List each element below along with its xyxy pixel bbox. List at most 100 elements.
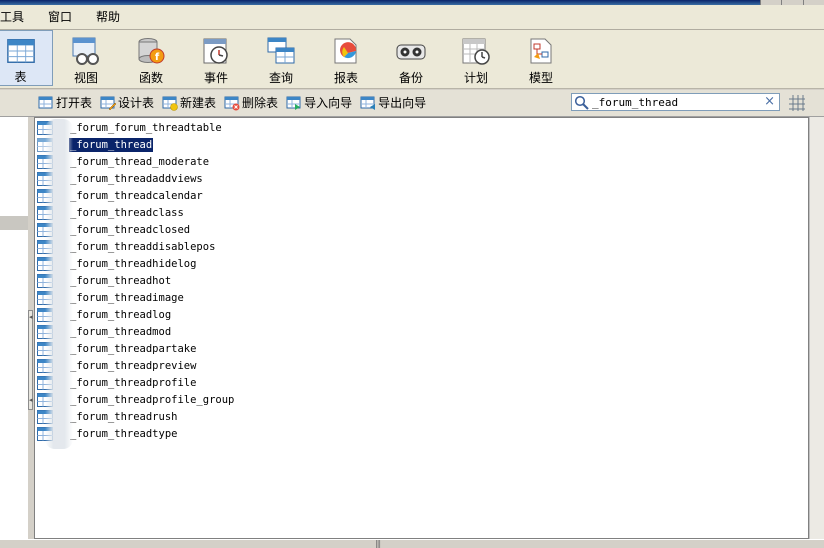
- table-name: _forum_threadclass: [70, 206, 184, 219]
- table-name: _forum_threadmod: [70, 325, 172, 338]
- table-icon: [37, 426, 53, 441]
- table-icon: [37, 154, 53, 169]
- toolbar-button-label: 备份: [398, 71, 423, 85]
- table-row[interactable]: _forum_threadaddviews: [35, 170, 235, 187]
- table-name: _forum_threadtype: [70, 427, 178, 440]
- toolbar-button-label: 表: [14, 70, 27, 84]
- toolbar-report-button[interactable]: 报表: [314, 30, 378, 86]
- table-icon: [37, 290, 53, 305]
- open-table-button[interactable]: 打开表: [38, 94, 92, 111]
- search-box[interactable]: ×: [571, 93, 780, 111]
- table-name: _forum_threadlog: [70, 308, 172, 321]
- table-row[interactable]: _forum_threadclass: [35, 204, 235, 221]
- table-row[interactable]: _forum_threadhot: [35, 272, 235, 289]
- toolbar-function-button[interactable]: f 函数: [119, 30, 183, 86]
- toolbar-button-label: 计划: [463, 71, 488, 85]
- table-list-pane[interactable]: _forum_forum_threadtable _forum_thread _fo…: [34, 117, 809, 539]
- table-row[interactable]: _forum_threaddisablepos: [35, 238, 235, 255]
- table-row[interactable]: _forum_threadpreview: [35, 357, 235, 374]
- toolbar-button-label: 报表: [333, 71, 358, 85]
- table-icon: [37, 324, 53, 339]
- table-name: _forum_threadprofile: [70, 376, 197, 389]
- table-name: _forum_thread: [67, 136, 155, 153]
- table-icon: [37, 239, 53, 254]
- table-icon: [37, 222, 53, 237]
- table-icon: [37, 205, 53, 220]
- table-row[interactable]: _forum_threadprofile: [35, 374, 235, 391]
- grid-view-icon[interactable]: [788, 94, 806, 112]
- table-row[interactable]: _forum_threadclosed: [35, 221, 235, 238]
- design-table-button[interactable]: 设计表: [100, 94, 154, 111]
- table-icon: [37, 341, 53, 356]
- toolbar-button-label: 查询: [268, 71, 293, 85]
- action-label: 删除表: [242, 96, 279, 110]
- report-icon: [334, 38, 357, 64]
- delete-table-icon: [224, 96, 240, 110]
- import-wizard-button[interactable]: 导入向导: [286, 94, 352, 111]
- toolbar-button-label: 模型: [528, 71, 553, 85]
- table-row[interactable]: _forum_threadtype: [35, 425, 235, 442]
- table-actions: 打开表 设计表 新建表 删除表 导入向导 导出向导: [38, 94, 434, 111]
- table-icon: [37, 392, 53, 407]
- model-icon: [530, 38, 552, 64]
- toolbar-query-button[interactable]: 查询: [249, 30, 313, 86]
- table-name: _forum_threadpreview: [70, 359, 197, 372]
- export-wizard-button[interactable]: 导出向导: [360, 94, 426, 111]
- search-input[interactable]: [592, 94, 762, 110]
- collapse-arrow-icon-2[interactable]: ◂: [29, 396, 33, 404]
- action-label: 导入向导: [304, 96, 353, 110]
- action-label: 新建表: [180, 96, 217, 110]
- table-name: _forum_forum_threadtable: [70, 121, 222, 134]
- table-row[interactable]: _forum_threadhidelog: [35, 255, 235, 272]
- export-wizard-icon: [360, 96, 376, 110]
- table-row[interactable]: _forum_thread: [35, 136, 235, 153]
- toolbar-table-button[interactable]: 表: [0, 30, 53, 86]
- table-row[interactable]: _forum_threadrush: [35, 408, 235, 425]
- table-row[interactable]: _forum_threadlog: [35, 306, 235, 323]
- table-name: _forum_threadimage: [70, 291, 184, 304]
- menu-bar: 工具 窗口 帮助: [0, 5, 824, 30]
- table-list: _forum_forum_threadtable _forum_thread _fo…: [35, 119, 235, 442]
- table-icon: [37, 137, 53, 152]
- delete-table-button[interactable]: 删除表: [224, 94, 278, 111]
- table-name: _forum_thread_moderate: [70, 155, 210, 168]
- table-name: _forum_threadhidelog: [70, 257, 197, 270]
- table-row[interactable]: _forum_threadcalendar: [35, 187, 235, 204]
- toolbar-model-button[interactable]: 模型: [509, 30, 573, 86]
- menu-help[interactable]: 帮助: [84, 6, 132, 28]
- toolbar-backup-button[interactable]: 备份: [379, 30, 443, 86]
- table-icon: [37, 273, 53, 288]
- table-row[interactable]: _forum_thread_moderate: [35, 153, 235, 170]
- clear-search-icon[interactable]: ×: [764, 94, 775, 110]
- import-wizard-icon: [286, 96, 301, 110]
- table-icon: [37, 409, 53, 424]
- table-icon: [37, 358, 53, 373]
- collapse-arrow-icon[interactable]: ◂: [29, 313, 33, 321]
- table-name: _forum_threadcalendar: [70, 189, 203, 202]
- backup-icon: [396, 44, 426, 60]
- new-table-button[interactable]: 新建表: [162, 94, 216, 111]
- connection-tree[interactable]: [0, 117, 29, 539]
- toolbar-button-label: 函数: [138, 71, 163, 85]
- table-row[interactable]: _forum_threadprofile_group: [35, 391, 235, 408]
- vertical-scrollbar[interactable]: [809, 117, 824, 539]
- table-row[interactable]: _forum_threadimage: [35, 289, 235, 306]
- table-row[interactable]: _forum_forum_threadtable: [35, 119, 235, 136]
- table-icon: [37, 375, 53, 390]
- table-name: _forum_threadclosed: [70, 223, 191, 236]
- toolbar-view-button[interactable]: 视图: [54, 30, 118, 86]
- table-row[interactable]: _forum_threadpartake: [35, 340, 235, 357]
- toolbar-button-label: 事件: [203, 71, 228, 85]
- selected-tree-node[interactable]: [0, 216, 28, 230]
- toolbar-event-button[interactable]: 事件: [184, 30, 248, 86]
- action-label: 导出向导: [378, 96, 427, 110]
- table-name: _forum_threadhot: [70, 274, 172, 287]
- menu-window[interactable]: 窗口: [36, 6, 84, 28]
- action-label: 打开表: [56, 96, 93, 110]
- table-row[interactable]: _forum_threadmod: [35, 323, 235, 340]
- splitter-handle[interactable]: [28, 310, 33, 410]
- schedule-icon: [462, 38, 490, 65]
- toolbar-schedule-button[interactable]: 计划: [444, 30, 508, 86]
- menu-tools[interactable]: 工具: [0, 6, 36, 28]
- table-icon: [37, 120, 53, 135]
